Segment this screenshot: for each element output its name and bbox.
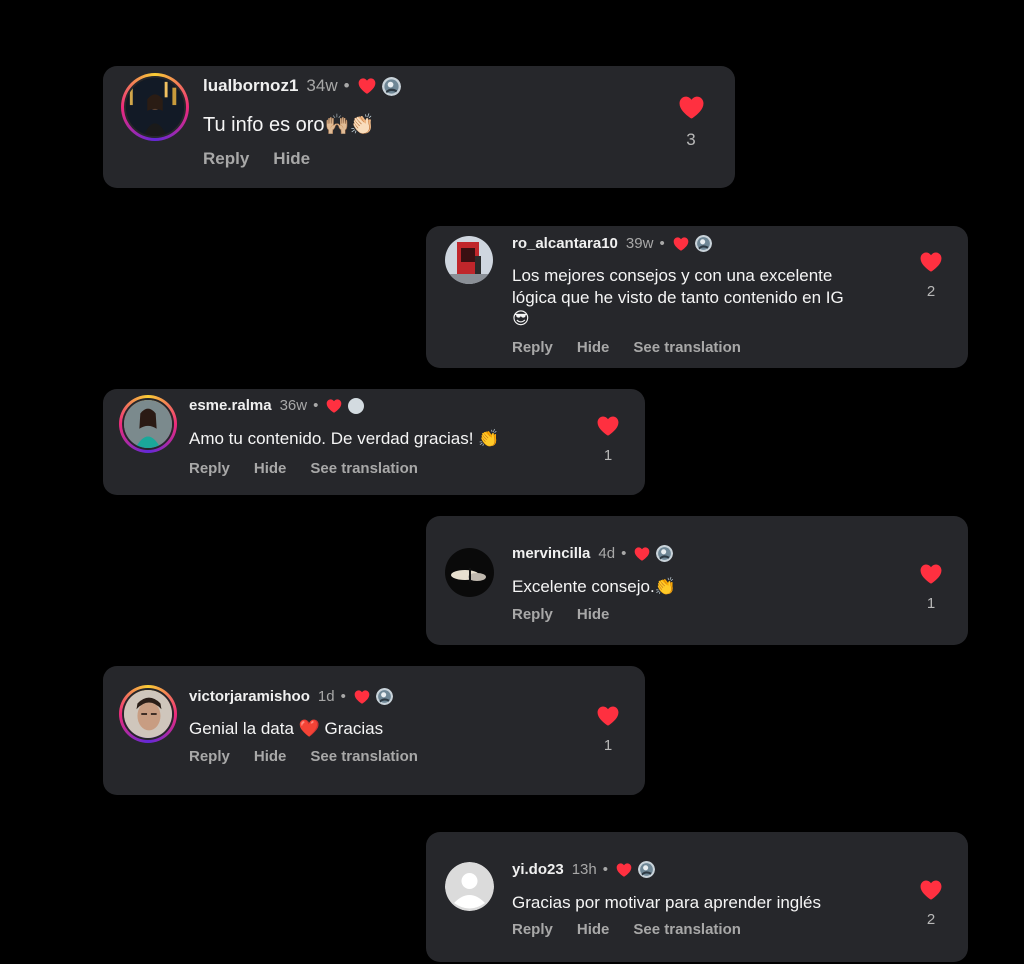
- comment-username[interactable]: mervincilla: [512, 545, 590, 562]
- comment-text: Genial la data ❤️ Gracias: [189, 719, 384, 738]
- creator-avatar-icon: [638, 861, 655, 878]
- comment-card: victorjaramishoo 1d • Genial la data ❤️ …: [103, 666, 645, 795]
- see-translation-button[interactable]: See translation: [310, 460, 418, 477]
- avatar[interactable]: [121, 73, 189, 141]
- hide-button[interactable]: Hide: [273, 149, 310, 169]
- separator-dot: •: [659, 235, 665, 252]
- reply-button[interactable]: Reply: [189, 460, 230, 477]
- avatar[interactable]: [445, 548, 494, 597]
- comment-card: ro_alcantara10 39w • Los mejores consejo…: [426, 226, 968, 368]
- separator-dot: •: [340, 688, 346, 705]
- hide-button[interactable]: Hide: [254, 460, 287, 477]
- like-count: 1: [603, 447, 613, 464]
- comment-time: 4d: [598, 545, 616, 562]
- heart-icon[interactable]: [597, 416, 619, 436]
- like-count: 1: [603, 737, 613, 754]
- comment-time: 13h: [571, 861, 597, 878]
- heart-icon[interactable]: [920, 564, 942, 584]
- hide-button[interactable]: Hide: [254, 748, 287, 765]
- like-button[interactable]: 3: [678, 96, 704, 150]
- comment-username[interactable]: lualbornoz1: [203, 76, 298, 96]
- comment-time: 34w: [306, 76, 338, 95]
- like-count: 1: [926, 595, 936, 612]
- like-button[interactable]: 1: [597, 416, 619, 464]
- heart-icon[interactable]: [597, 706, 619, 726]
- comment-card: esme.ralma 36w • Amo tu contenido. De ve…: [103, 389, 645, 495]
- comment-text: Gracias por motivar para aprender inglés: [512, 893, 821, 912]
- hide-button[interactable]: Hide: [577, 339, 610, 356]
- hide-button[interactable]: Hide: [577, 921, 610, 938]
- comment-card: lualbornoz1 34w • Tu info es oro🙌🏼👏🏻 Rep…: [103, 66, 735, 188]
- reply-button[interactable]: Reply: [512, 339, 553, 356]
- like-button[interactable]: 2: [920, 252, 942, 300]
- comment-username[interactable]: esme.ralma: [189, 397, 272, 414]
- reply-button[interactable]: Reply: [203, 149, 249, 169]
- comment-text-line: lógica que he visto de tanto contenido e…: [512, 287, 844, 307]
- creator-liked-heart-icon: [354, 690, 370, 704]
- creator-avatar-icon: [348, 397, 365, 414]
- comment-username[interactable]: ro_alcantara10: [512, 235, 618, 252]
- creator-avatar-icon: [695, 235, 712, 252]
- comment-time: 36w: [279, 397, 308, 414]
- avatar[interactable]: [119, 685, 177, 743]
- creator-avatar-icon: [382, 77, 401, 96]
- like-count: 3: [686, 130, 696, 149]
- creator-avatar-icon: [656, 545, 673, 562]
- comment-card: mervincilla 4d • Excelente consejo.👏 Rep…: [426, 516, 968, 645]
- see-translation-button[interactable]: See translation: [633, 921, 741, 938]
- see-translation-button[interactable]: See translation: [310, 748, 418, 765]
- heart-icon[interactable]: [679, 96, 704, 119]
- creator-avatar-icon: [376, 688, 393, 705]
- see-translation-button[interactable]: See translation: [633, 339, 741, 356]
- reply-button[interactable]: Reply: [512, 921, 553, 938]
- comment-text: Amo tu contenido. De verdad gracias! 👏: [189, 429, 500, 448]
- comment-card: yi.do23 13h • Gracias por motivar para a…: [426, 832, 968, 962]
- avatar[interactable]: [119, 395, 177, 453]
- like-button[interactable]: 1: [920, 564, 942, 612]
- creator-liked-heart-icon: [326, 399, 342, 413]
- creator-liked-heart-icon: [358, 78, 376, 94]
- reply-button[interactable]: Reply: [189, 748, 230, 765]
- like-count: 2: [926, 911, 936, 928]
- like-button[interactable]: 1: [597, 706, 619, 754]
- like-button[interactable]: 2: [920, 880, 942, 928]
- comment-username[interactable]: victorjaramishoo: [189, 688, 310, 705]
- reply-button[interactable]: Reply: [512, 606, 553, 623]
- comment-text: Excelente consejo.👏: [512, 577, 676, 596]
- creator-liked-heart-icon: [673, 237, 689, 251]
- heart-icon[interactable]: [920, 252, 942, 272]
- creator-liked-heart-icon: [634, 547, 650, 561]
- separator-dot: •: [621, 545, 627, 562]
- separator-dot: •: [313, 397, 319, 414]
- comment-text: Los mejores consejos y con una excelente…: [512, 265, 844, 330]
- comment-username[interactable]: yi.do23: [512, 861, 564, 878]
- comment-text-line: 😎: [512, 309, 530, 329]
- comment-text-line: Los mejores consejos y con una excelente: [512, 266, 833, 285]
- separator-dot: •: [602, 861, 608, 878]
- creator-liked-heart-icon: [616, 863, 632, 877]
- comment-text: Tu info es oro🙌🏼👏🏻: [203, 114, 375, 136]
- avatar[interactable]: [445, 236, 493, 284]
- separator-dot: •: [343, 76, 350, 95]
- avatar[interactable]: [445, 862, 494, 911]
- like-count: 2: [926, 283, 936, 300]
- hide-button[interactable]: Hide: [577, 606, 610, 623]
- comment-time: 1d: [317, 688, 335, 705]
- heart-icon[interactable]: [920, 880, 942, 900]
- comment-time: 39w: [625, 235, 654, 252]
